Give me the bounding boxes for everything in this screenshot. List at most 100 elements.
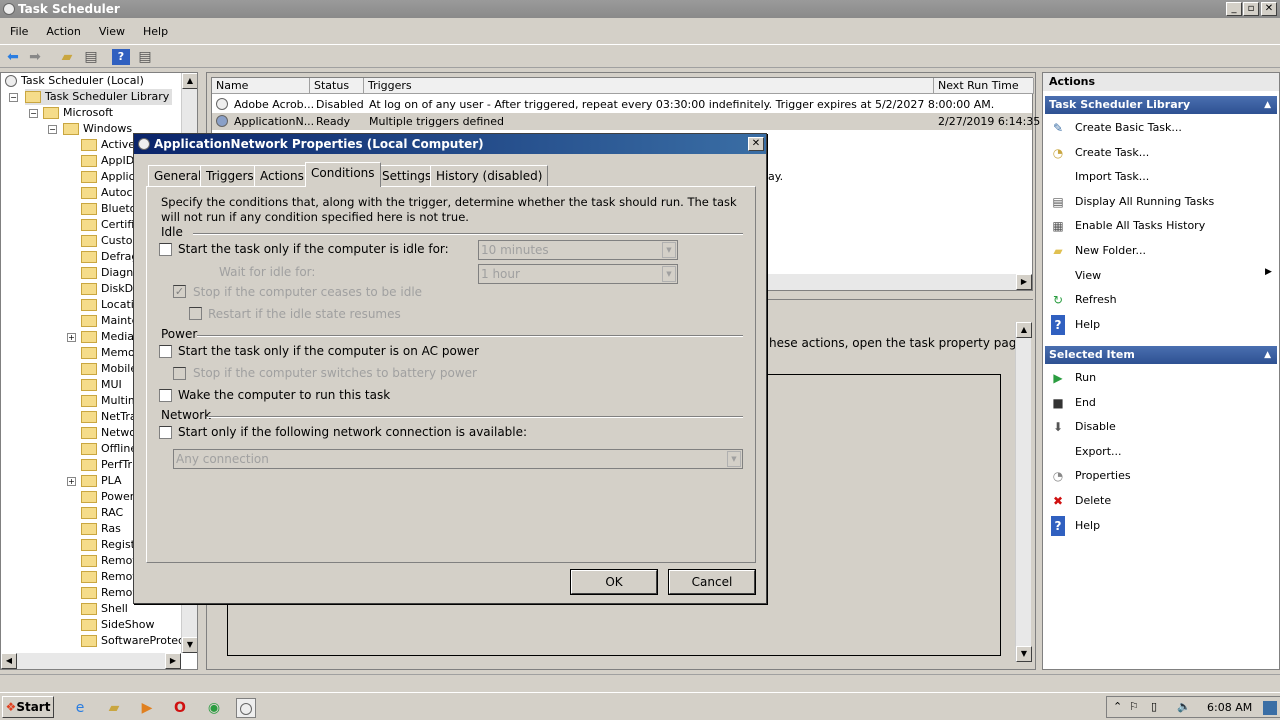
tree-item-folder[interactable]: SideShow <box>81 617 154 633</box>
action-end[interactable]: ■ End <box>1051 393 1096 413</box>
action-import-task[interactable]: Import Task... <box>1051 167 1149 187</box>
explorer-icon[interactable]: ▰ <box>104 698 124 718</box>
action-new-folder[interactable]: ▰ New Folder... <box>1051 241 1146 261</box>
restart-idle-checkbox[interactable] <box>189 307 202 320</box>
tree-item-folder[interactable]: Mobile <box>81 361 137 377</box>
action-delete[interactable]: ✖ Delete <box>1051 491 1111 511</box>
tree-item-folder[interactable]: Netwo <box>81 425 136 441</box>
tree-item-folder[interactable]: Memor <box>81 345 139 361</box>
ac-power-checkbox[interactable] <box>159 345 172 358</box>
collapse-icon[interactable]: − <box>9 93 18 102</box>
tree-item-folder[interactable]: Multim <box>81 393 139 409</box>
collapse-icon[interactable]: ▲ <box>1264 96 1271 114</box>
column-triggers[interactable]: Triggers <box>364 78 934 94</box>
help-icon[interactable]: ? <box>112 49 130 65</box>
network-connection-select[interactable]: Any connection ▼ <box>173 449 743 469</box>
tab-history[interactable]: History (disabled) <box>430 165 549 186</box>
action-disable[interactable]: ⬇ Disable <box>1051 417 1116 437</box>
tree-item-folder[interactable]: PerfTr <box>81 457 132 473</box>
minimize-button[interactable]: _ <box>1226 2 1242 16</box>
action-display-all-running-tasks[interactable]: ▤ Display All Running Tasks <box>1051 192 1214 212</box>
action-view[interactable]: View <box>1051 266 1101 286</box>
tree-item-folder[interactable]: SoftwareProtecti <box>81 633 191 649</box>
tab-conditions[interactable]: Conditions <box>305 162 381 187</box>
task-scheduler-taskbar-icon[interactable] <box>236 698 256 718</box>
ok-button[interactable]: OK <box>570 569 658 595</box>
tab-general[interactable]: General <box>148 165 208 186</box>
wait-idle-select[interactable]: 1 hour ▼ <box>478 264 678 284</box>
tab-actions[interactable]: Actions <box>254 165 310 186</box>
tree-item-folder[interactable]: Custor <box>81 233 137 249</box>
tree-item-microsoft[interactable]: Microsoft <box>43 105 113 121</box>
collapse-icon[interactable]: − <box>29 109 38 118</box>
network-icon[interactable]: ▯ <box>1151 700 1157 713</box>
tree-item-folder[interactable]: Ras <box>81 521 121 537</box>
scroll-left-button[interactable]: ◀ <box>1 653 17 669</box>
up-folder-icon[interactable]: ▰ <box>58 49 76 65</box>
column-name[interactable]: Name <box>212 78 310 94</box>
collapse-icon[interactable]: ▲ <box>1264 346 1271 364</box>
idle-start-checkbox[interactable] <box>159 243 172 256</box>
internet-explorer-icon[interactable]: e <box>70 698 90 718</box>
media-player-icon[interactable]: ▶ <box>137 698 157 718</box>
tree-item-local[interactable]: Task Scheduler (Local) <box>5 73 144 89</box>
show-hide-tree-icon[interactable]: ▤ <box>82 49 100 65</box>
action-help[interactable]: ? Help <box>1051 515 1100 536</box>
scroll-up-button[interactable]: ▲ <box>182 73 197 89</box>
start-button[interactable]: ❖Start <box>2 696 54 718</box>
tree-item-folder[interactable]: Power <box>81 489 134 505</box>
network-checkbox[interactable] <box>159 426 172 439</box>
tree-item-folder[interactable]: Blueto <box>81 201 136 217</box>
cancel-button[interactable]: Cancel <box>668 569 756 595</box>
tree-item-windows[interactable]: Windows <box>63 121 132 137</box>
action-refresh[interactable]: ↻ Refresh <box>1051 290 1117 310</box>
tree-item-folder[interactable]: Active <box>81 137 135 153</box>
table-row-selected[interactable]: ApplicationN... Ready Multiple triggers … <box>212 113 1040 130</box>
tree-item-folder[interactable]: Remov <box>81 585 139 601</box>
clock-text[interactable]: 6:08 AM <box>1207 701 1252 714</box>
action-run[interactable]: ▶ Run <box>1051 368 1096 388</box>
menu-action[interactable]: Action <box>46 22 80 42</box>
maximize-button[interactable]: ▫ <box>1243 2 1259 16</box>
scroll-right-button[interactable]: ▶ <box>1016 274 1032 290</box>
stop-idle-checkbox[interactable]: ✓ <box>173 285 186 298</box>
table-row[interactable]: Adobe Acrob... Disabled At log on of any… <box>212 96 1032 113</box>
tab-settings[interactable]: Settings <box>376 165 438 186</box>
flag-icon[interactable]: ⚐ <box>1129 700 1139 713</box>
wake-checkbox[interactable] <box>159 389 172 402</box>
scroll-down-button[interactable]: ▼ <box>1016 646 1032 662</box>
action-export[interactable]: Export... <box>1051 442 1122 462</box>
tab-triggers[interactable]: Triggers <box>200 165 260 186</box>
back-icon[interactable]: ⬅ <box>4 49 22 65</box>
tree-item-folder[interactable]: NetTra <box>81 409 137 425</box>
collapse-icon[interactable]: − <box>48 125 57 134</box>
tree-horizontal-scrollbar[interactable]: ◀ ▶ <box>1 653 181 669</box>
tree-item-folder[interactable]: Remot <box>81 553 137 569</box>
tree-item-folder[interactable]: MUI <box>81 377 122 393</box>
tree-item-folder[interactable]: Diagnc <box>81 265 139 281</box>
scroll-up-button[interactable]: ▲ <box>1016 322 1032 338</box>
tree-item-folder[interactable]: Certifi <box>81 217 134 233</box>
show-hidden-icons[interactable]: ⌃ <box>1113 700 1122 713</box>
tree-item-folder[interactable]: Defrag <box>81 249 138 265</box>
idle-duration-select[interactable]: 10 minutes ▼ <box>478 240 678 260</box>
dialog-close-button[interactable]: ✕ <box>748 137 764 151</box>
show-desktop-icon[interactable] <box>1263 701 1277 715</box>
column-next-run[interactable]: Next Run Time <box>934 78 1034 94</box>
action-enable-all-tasks-history[interactable]: ▦ Enable All Tasks History <box>1051 216 1205 236</box>
tree-item-folder[interactable]: Regist <box>81 537 135 553</box>
tree-item-folder[interactable]: AppID <box>81 153 134 169</box>
tree-item-folder[interactable]: RAC <box>81 505 123 521</box>
menu-file[interactable]: File <box>10 22 28 42</box>
chrome-icon[interactable]: ◉ <box>204 698 224 718</box>
tree-item-folder[interactable]: Offline <box>81 441 137 457</box>
section-task-scheduler-library[interactable]: Task Scheduler Library ▲ <box>1045 96 1277 114</box>
action-create-task[interactable]: ◔ Create Task... <box>1051 143 1150 163</box>
tree-item-folder[interactable]: Mainte <box>81 313 138 329</box>
tree-item-folder[interactable]: Remot <box>81 569 137 585</box>
volume-icon[interactable]: 🔈 <box>1177 700 1191 713</box>
details-vertical-scrollbar[interactable]: ▲ ▼ <box>1015 322 1032 662</box>
battery-checkbox[interactable] <box>173 367 186 380</box>
expand-icon[interactable]: + <box>67 477 76 486</box>
tree-item-folder[interactable]: Media <box>81 329 134 345</box>
